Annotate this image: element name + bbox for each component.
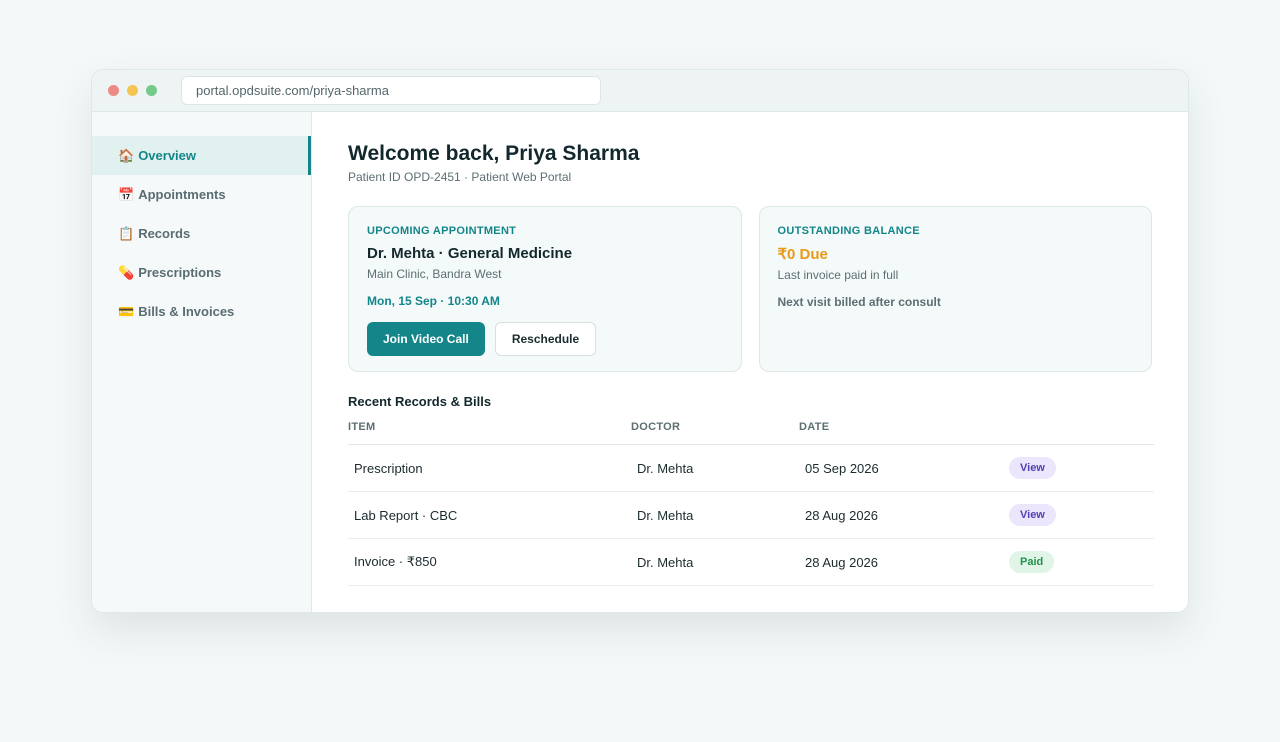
page-title: Welcome back, Priya Sharma <box>348 142 640 165</box>
sidebar-item-overview[interactable]: 🏠 Overview <box>92 136 311 175</box>
page-subtitle: Patient ID OPD-2451 · Patient Web Portal <box>348 170 572 184</box>
records-section-title: Recent Records & Bills <box>348 394 492 409</box>
appointment-location: Main Clinic, Bandra West <box>367 267 502 281</box>
table-row: Lab Report · CBC Dr. Mehta 28 Aug 2026 V… <box>348 492 1154 539</box>
reschedule-button[interactable]: Reschedule <box>494 322 597 356</box>
card-label: UPCOMING APPOINTMENT <box>367 225 517 237</box>
record-item: Lab Report · CBC <box>354 507 458 523</box>
record-date: 28 Aug 2026 <box>805 554 879 570</box>
app-body: 🏠 Overview 📅 Appointments 📋 Records 💊 Pr… <box>92 112 1188 612</box>
record-doctor: Dr. Mehta <box>637 554 694 570</box>
record-date: 28 Aug 2026 <box>805 507 879 523</box>
pill-icon: 💊 <box>118 264 135 280</box>
record-doctor: Dr. Mehta <box>637 507 694 523</box>
calendar-icon: 📅 <box>118 186 135 202</box>
main-content: Welcome back, Priya Sharma Patient ID OP… <box>312 112 1188 612</box>
address-bar[interactable]: portal.opdsuite.com/priya-sharma <box>181 76 601 105</box>
credit-card-icon: 💳 <box>118 303 135 319</box>
sidebar-item-label: Records <box>138 226 191 241</box>
last-invoice-status: Last invoice paid in full <box>777 268 899 282</box>
sidebar-item-label: Overview <box>138 148 197 163</box>
sidebar-item-prescriptions[interactable]: 💊 Prescriptions <box>92 253 311 292</box>
record-action-cell: View <box>1009 504 1154 526</box>
minimize-window-dot[interactable] <box>127 85 138 96</box>
sidebar-item-label: Prescriptions <box>138 265 222 280</box>
sidebar-item-records[interactable]: 📋 Records <box>92 214 311 253</box>
join-video-call-button[interactable]: Join Video Call <box>367 322 485 356</box>
upcoming-appointment-card: UPCOMING APPOINTMENT Dr. Mehta · General… <box>348 206 742 372</box>
column-header-doctor: DOCTOR <box>631 421 681 433</box>
billing-note: Next visit billed after consult <box>777 295 941 309</box>
view-record-button[interactable]: View <box>1009 457 1056 479</box>
records-table: ITEM DOCTOR DATE Prescription Dr. Mehta … <box>348 421 1154 586</box>
record-doctor: Dr. Mehta <box>637 460 694 476</box>
appointment-actions: Join Video Call Reschedule <box>367 322 723 356</box>
summary-cards: UPCOMING APPOINTMENT Dr. Mehta · General… <box>348 206 1152 372</box>
appointment-doctor: Dr. Mehta · General Medicine <box>367 245 573 262</box>
record-item: Prescription <box>354 460 423 476</box>
record-action-cell: Paid <box>1009 551 1154 573</box>
column-header-date: DATE <box>799 421 830 433</box>
close-window-dot[interactable] <box>108 85 119 96</box>
browser-window: portal.opdsuite.com/priya-sharma 🏠 Overv… <box>91 69 1189 613</box>
view-record-button[interactable]: View <box>1009 504 1056 526</box>
clipboard-icon: 📋 <box>118 225 135 241</box>
record-item: Invoice · ₹850 <box>354 554 437 569</box>
appointment-time: Mon, 15 Sep · 10:30 AM <box>367 294 500 308</box>
home-icon: 🏠 <box>118 147 135 163</box>
record-action-cell: View <box>1009 457 1154 479</box>
table-row: Invoice · ₹850 Dr. Mehta 28 Aug 2026 Pai… <box>348 539 1154 586</box>
column-header-item: ITEM <box>348 421 376 433</box>
table-header: ITEM DOCTOR DATE <box>348 421 1154 445</box>
sidebar-item-bills[interactable]: 💳 Bills & Invoices <box>92 292 311 331</box>
record-date: 05 Sep 2026 <box>805 460 879 476</box>
balance-amount: ₹0 Due <box>777 246 828 263</box>
outstanding-balance-card: OUTSTANDING BALANCE ₹0 Due Last invoice … <box>758 206 1152 372</box>
paid-status-badge: Paid <box>1009 551 1055 573</box>
maximize-window-dot[interactable] <box>146 85 157 96</box>
card-label: OUTSTANDING BALANCE <box>777 225 920 237</box>
sidebar-item-label: Bills & Invoices <box>138 304 235 319</box>
sidebar-item-label: Appointments <box>138 187 226 202</box>
sidebar-item-appointments[interactable]: 📅 Appointments <box>92 175 311 214</box>
sidebar: 🏠 Overview 📅 Appointments 📋 Records 💊 Pr… <box>92 112 312 612</box>
table-row: Prescription Dr. Mehta 05 Sep 2026 View <box>348 445 1154 492</box>
browser-titlebar: portal.opdsuite.com/priya-sharma <box>92 70 1188 112</box>
